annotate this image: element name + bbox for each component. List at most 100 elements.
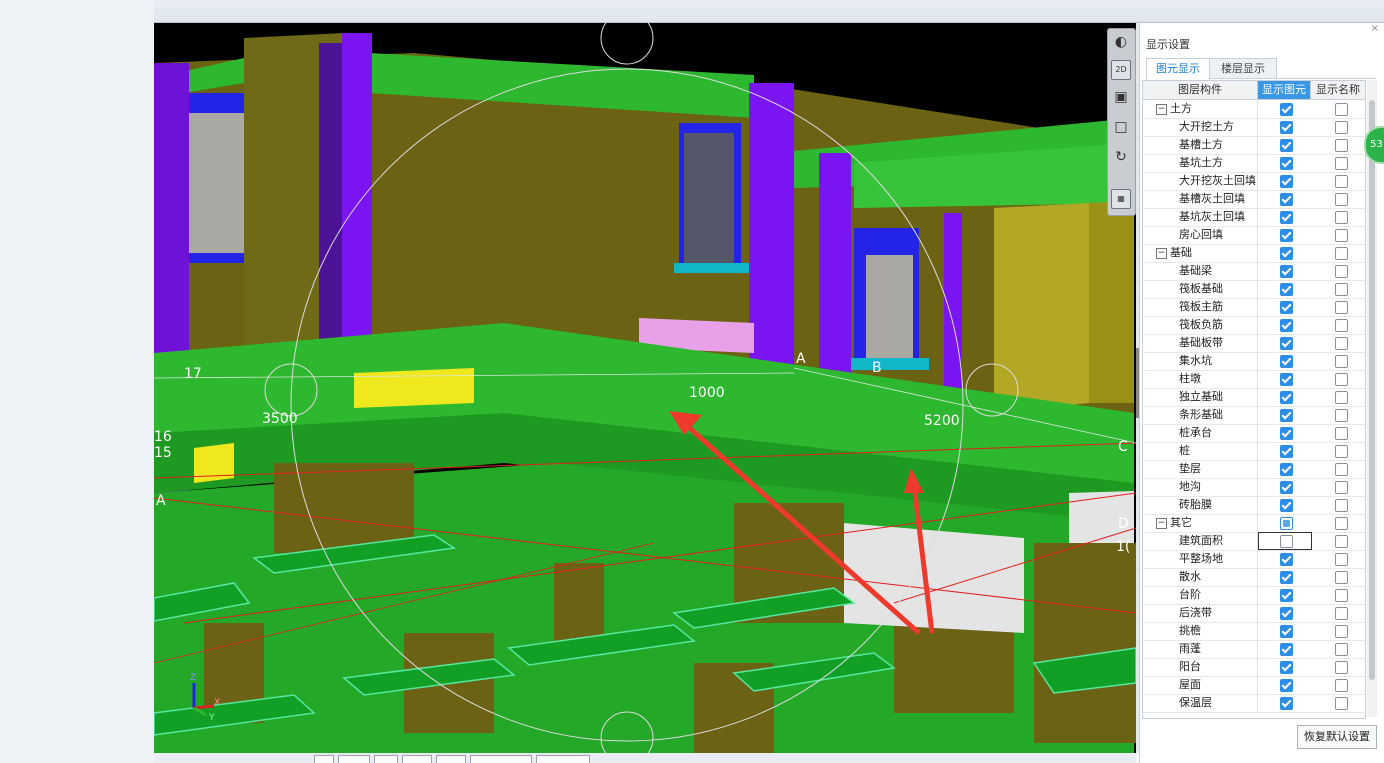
rotate-icon[interactable]: ↻	[1111, 147, 1131, 167]
show-name-checkbox[interactable]	[1335, 625, 1348, 638]
layer-row[interactable]: 建筑面积	[1143, 532, 1365, 551]
show-name-checkbox[interactable]	[1335, 283, 1348, 296]
layer-row[interactable]: 砖胎膜	[1143, 496, 1365, 515]
layer-row[interactable]: 散水	[1143, 568, 1365, 587]
show-name-checkbox[interactable]	[1335, 535, 1348, 548]
show-name-checkbox[interactable]	[1335, 607, 1348, 620]
show-name-checkbox[interactable]	[1335, 373, 1348, 386]
status-button[interactable]	[470, 755, 532, 763]
show-element-checkbox[interactable]	[1280, 391, 1293, 404]
layer-row[interactable]: 柱墩	[1143, 370, 1365, 389]
show-name-checkbox[interactable]	[1335, 319, 1348, 332]
show-element-checkbox[interactable]	[1280, 211, 1293, 224]
layer-row[interactable]: 基坑土方	[1143, 154, 1365, 173]
show-element-checkbox[interactable]	[1280, 337, 1293, 350]
show-name-checkbox[interactable]	[1335, 553, 1348, 566]
show-element-checkbox[interactable]	[1280, 265, 1293, 278]
layer-row[interactable]: 独立基础	[1143, 388, 1365, 407]
layer-row[interactable]: 阳台	[1143, 658, 1365, 677]
layer-row[interactable]: 地沟	[1143, 478, 1365, 497]
show-name-checkbox[interactable]	[1335, 391, 1348, 404]
scroll-thumb[interactable]	[1369, 100, 1375, 680]
collapse-icon[interactable]: −	[1156, 248, 1167, 259]
show-element-checkbox[interactable]	[1280, 121, 1293, 134]
show-name-checkbox[interactable]	[1335, 427, 1348, 440]
column-header-show[interactable]: 显示图元	[1258, 81, 1311, 99]
show-element-checkbox[interactable]	[1280, 661, 1293, 674]
show-element-checkbox[interactable]	[1280, 319, 1293, 332]
show-element-checkbox[interactable]	[1280, 103, 1293, 116]
layer-row[interactable]: 集水坑	[1143, 352, 1365, 371]
orbit-icon[interactable]: ◐	[1111, 32, 1131, 52]
show-element-checkbox[interactable]	[1280, 247, 1293, 260]
collapse-icon[interactable]: −	[1156, 104, 1167, 115]
show-name-checkbox[interactable]	[1335, 355, 1348, 368]
show-element-checkbox[interactable]	[1280, 427, 1293, 440]
show-name-checkbox[interactable]	[1335, 697, 1348, 710]
grid-scrollbar[interactable]	[1367, 80, 1377, 717]
show-element-checkbox[interactable]	[1280, 571, 1293, 584]
show-name-checkbox[interactable]	[1335, 463, 1348, 476]
show-name-checkbox[interactable]	[1335, 679, 1348, 692]
show-element-checkbox[interactable]	[1280, 445, 1293, 458]
layer-row[interactable]: 房心回填	[1143, 226, 1365, 245]
layer-row[interactable]: 条形基础	[1143, 406, 1365, 425]
show-element-checkbox[interactable]	[1280, 643, 1293, 656]
show-element-checkbox[interactable]	[1280, 175, 1293, 188]
show-name-checkbox[interactable]	[1335, 193, 1348, 206]
show-element-checkbox[interactable]	[1280, 301, 1293, 314]
3d-viewport[interactable]: 17 3500 1000 5200 A B C D 16 15 A 1( Z X…	[154, 23, 1136, 753]
layer-row[interactable]: 基础梁	[1143, 262, 1365, 281]
layer-row[interactable]: 筏板主筋	[1143, 298, 1365, 317]
show-element-checkbox[interactable]	[1280, 373, 1293, 386]
show-name-checkbox[interactable]	[1335, 337, 1348, 350]
layer-row[interactable]: 大开挖灰土回填	[1143, 172, 1365, 191]
show-element-checkbox[interactable]	[1280, 463, 1293, 476]
show-element-checkbox[interactable]	[1280, 553, 1293, 566]
status-button[interactable]	[374, 755, 398, 763]
layer-row[interactable]: 挑檐	[1143, 622, 1365, 641]
show-element-checkbox[interactable]	[1280, 355, 1293, 368]
show-element-checkbox[interactable]	[1280, 229, 1293, 242]
show-name-checkbox[interactable]	[1335, 301, 1348, 314]
layer-group-row[interactable]: − 其它	[1143, 514, 1365, 533]
layer-row[interactable]: 基坑灰土回填	[1143, 208, 1365, 227]
layer-row[interactable]: 后浇带	[1143, 604, 1365, 623]
show-element-checkbox[interactable]	[1280, 157, 1293, 170]
show-name-checkbox[interactable]	[1335, 229, 1348, 242]
collapse-icon[interactable]: −	[1156, 518, 1167, 529]
layer-row[interactable]: 桩	[1143, 442, 1365, 461]
layer-row[interactable]: 大开挖土方	[1143, 118, 1365, 137]
layer-row[interactable]: 基槽灰土回填	[1143, 190, 1365, 209]
show-name-checkbox[interactable]	[1335, 499, 1348, 512]
layer-row[interactable]: 雨蓬	[1143, 640, 1365, 659]
show-name-checkbox[interactable]	[1335, 139, 1348, 152]
status-button[interactable]	[338, 755, 370, 763]
status-button[interactable]	[402, 755, 432, 763]
show-element-checkbox[interactable]	[1280, 139, 1293, 152]
close-icon[interactable]: ×	[1371, 23, 1379, 34]
show-name-checkbox[interactable]	[1335, 409, 1348, 422]
restore-defaults-button[interactable]: 恢复默认设置	[1297, 725, 1377, 749]
show-element-checkbox[interactable]	[1280, 697, 1293, 710]
show-element-checkbox[interactable]	[1280, 589, 1293, 602]
status-button[interactable]	[314, 755, 334, 763]
show-name-checkbox[interactable]	[1335, 103, 1348, 116]
box-icon[interactable]: □	[1111, 117, 1131, 137]
show-name-checkbox[interactable]	[1335, 589, 1348, 602]
status-button[interactable]	[536, 755, 590, 763]
2d-view-icon[interactable]: 2D	[1111, 60, 1131, 80]
show-name-checkbox[interactable]	[1335, 265, 1348, 278]
show-element-checkbox[interactable]	[1280, 193, 1293, 206]
show-name-checkbox[interactable]	[1335, 481, 1348, 494]
show-element-checkbox[interactable]	[1280, 499, 1293, 512]
column-header-name[interactable]: 显示名称	[1311, 81, 1365, 99]
layer-group-row[interactable]: − 基础	[1143, 244, 1365, 263]
layer-row[interactable]: 桩承台	[1143, 424, 1365, 443]
show-element-checkbox[interactable]	[1280, 283, 1293, 296]
show-name-checkbox[interactable]	[1335, 661, 1348, 674]
layer-row[interactable]: 平整场地	[1143, 550, 1365, 569]
layer-row[interactable]: 筏板基础	[1143, 280, 1365, 299]
layer-row[interactable]: 台阶	[1143, 586, 1365, 605]
tab-element-display[interactable]: 图元显示	[1146, 58, 1210, 80]
